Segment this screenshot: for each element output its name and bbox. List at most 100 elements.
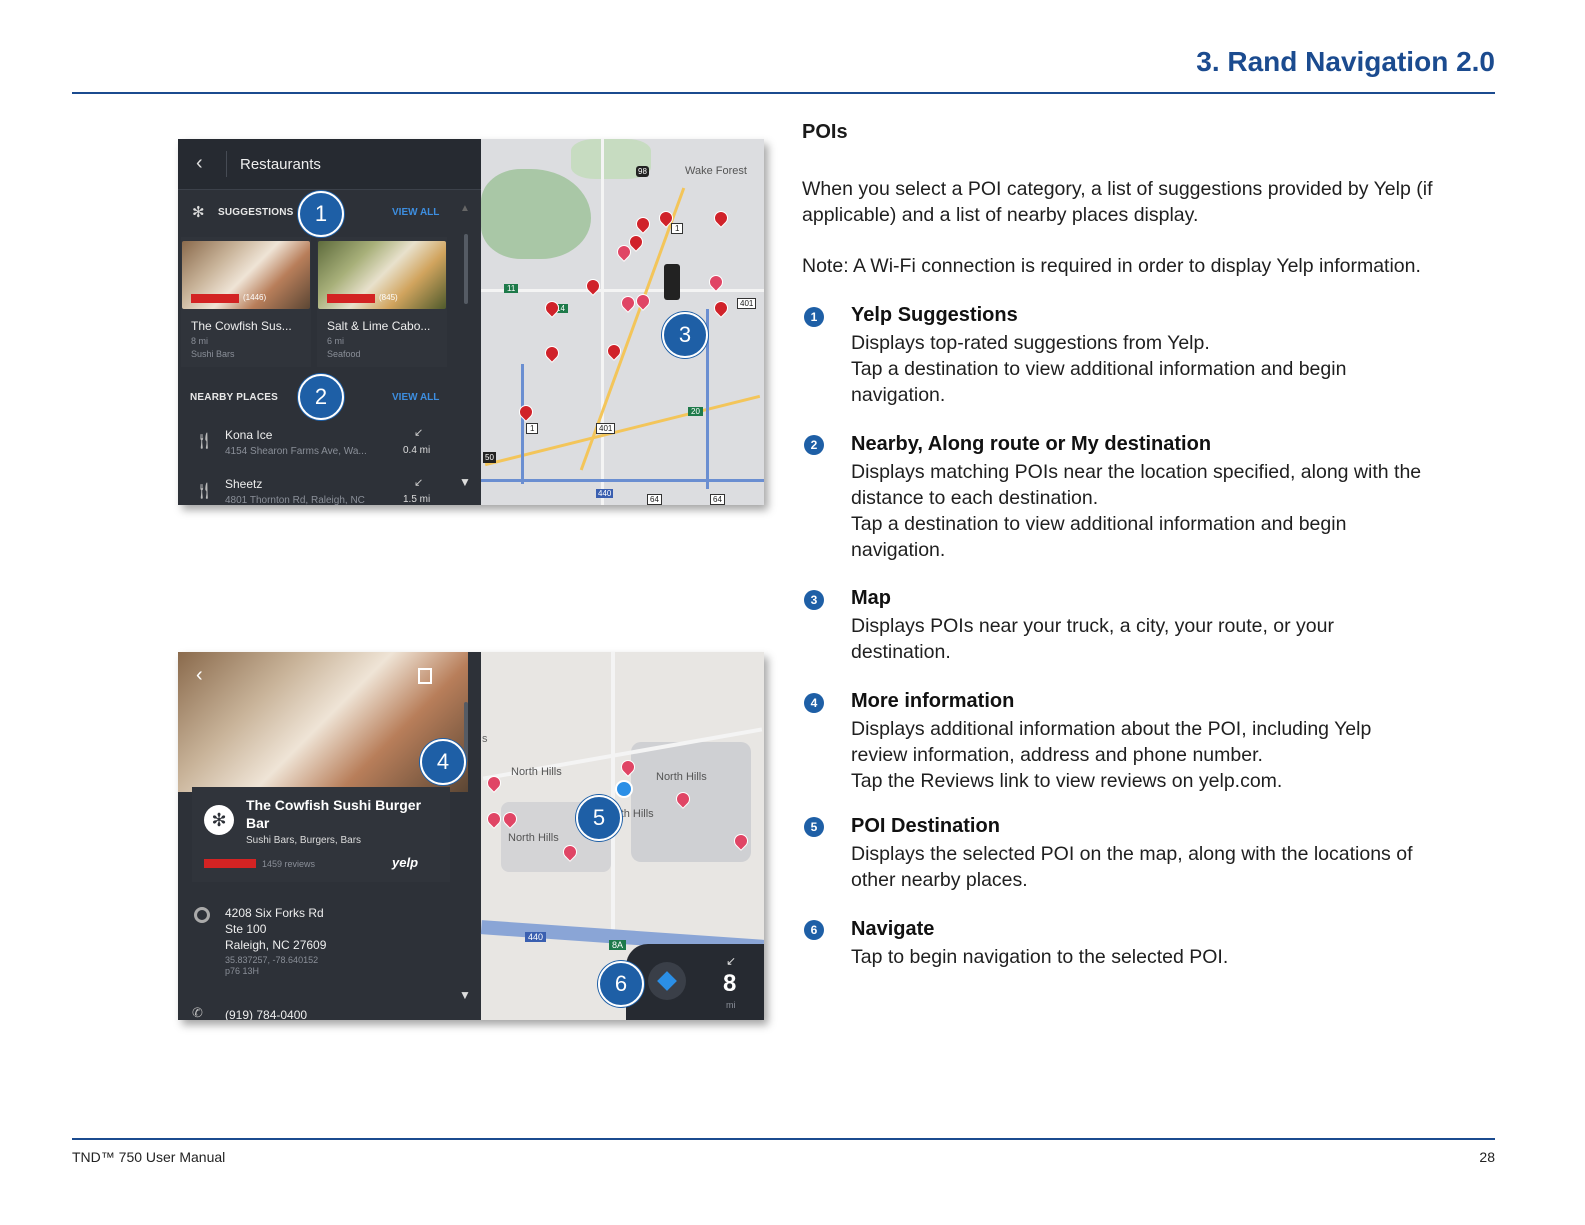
route-shield: 98 (636, 166, 649, 177)
callout-4: 4 (420, 739, 466, 785)
body-line: Tap the Reviews link to view reviews on … (851, 770, 1283, 792)
reviews-link[interactable]: 1459 reviews (262, 859, 315, 869)
card-category: Seafood (327, 349, 361, 359)
building-area (631, 742, 751, 862)
route-shield: 64 (647, 494, 662, 505)
rating-stars (204, 859, 256, 868)
scroll-down-icon[interactable]: ▼ (459, 988, 471, 1002)
place-distance: 1.5 mi (403, 494, 431, 505)
item-body-yelp-suggestions: Displays top-rated suggestions from Yelp… (851, 330, 1491, 408)
fork-knife-icon: 🍴︎ (194, 483, 215, 500)
lake (481, 169, 591, 259)
footer-page-number: 28 (1479, 1149, 1495, 1165)
body-line: other nearby places. (851, 869, 1028, 891)
bookmark-icon[interactable] (418, 668, 432, 684)
suggestion-card[interactable]: (1446) The Cowfish Sus... 8 mi Sushi Bar… (181, 237, 311, 367)
card-category: Sushi Bars (191, 349, 235, 359)
back-chevron-icon[interactable]: ‹ (196, 664, 203, 687)
item-number-1: 1 (804, 307, 824, 327)
view-all-suggestions-link[interactable]: VIEW ALL (392, 207, 439, 218)
route-shield: 401 (737, 298, 757, 309)
poi-map[interactable]: Wake Forest 98 1 11 14 401 1 401 20 50 4… (481, 139, 764, 505)
heading-pois: POIs (802, 121, 848, 143)
body-line: destination. (851, 641, 951, 663)
place-name: Kona Ice (225, 428, 273, 442)
nav-unit: mi (726, 1000, 736, 1010)
poi-name-line1: The Cowfish Sushi Burger (246, 797, 422, 813)
review-count: (1446) (243, 293, 267, 302)
poi-pin[interactable] (583, 276, 603, 296)
scrollbar[interactable] (464, 234, 468, 304)
item-title-poi-destination: POI Destination (851, 815, 1000, 837)
card-name: The Cowfish Sus... (191, 319, 292, 333)
list-item[interactable]: 🍴︎ Kona Ice 4154 Shearon Farms Ave, Wa..… (178, 422, 458, 466)
header-rule (72, 92, 1495, 94)
town-label: Wake Forest (685, 165, 747, 177)
interstate (521, 364, 524, 484)
poi-pin[interactable] (711, 298, 731, 318)
phone-number[interactable]: (919) 784-0400 (225, 1008, 307, 1020)
scrollbar[interactable] (464, 702, 468, 762)
item-number-3: 3 (804, 590, 824, 610)
list-item[interactable]: 🍴︎ Sheetz 4801 Thornton Rd, Raleigh, NC … (178, 472, 458, 505)
poi-name-line2: Bar (246, 815, 270, 831)
suggestion-card[interactable]: (845) Salt & Lime Cabo... 6 mi Seafood (317, 237, 447, 367)
poi-pin[interactable] (542, 343, 562, 363)
route-shield: 401 (596, 423, 616, 434)
direction-arrow-icon: ↙ (726, 954, 737, 968)
item-title-nearby: Nearby, Along route or My destination (851, 433, 1212, 455)
body-line: review information, address and phone nu… (851, 744, 1263, 766)
nearby-places-label: NEARBY PLACES (190, 392, 278, 403)
body-line: distance to each destination. (851, 487, 1099, 509)
item-body-navigate: Tap to begin navigation to the selected … (851, 944, 1491, 970)
item-title-navigate: Navigate (851, 918, 935, 940)
poi-pin[interactable] (516, 402, 536, 422)
view-all-nearby-link[interactable]: VIEW ALL (392, 392, 439, 403)
scroll-up-icon[interactable]: ▲ (460, 203, 470, 214)
section-title: 3. Rand Navigation 2.0 (1196, 46, 1495, 77)
footer-manual-title: TND™ 750 User Manual (72, 1149, 226, 1165)
area-label: North Hills (656, 771, 707, 783)
item-title-yelp-suggestions: Yelp Suggestions (851, 304, 1018, 326)
address-line-1: 4208 Six Forks Rd (225, 906, 324, 920)
scroll-down-icon[interactable]: ▼ (459, 475, 471, 489)
poi-pin[interactable] (633, 214, 653, 234)
poi-pin[interactable] (633, 291, 653, 311)
poi-pin[interactable] (711, 208, 731, 228)
body-line: Displays POIs near your truck, a city, y… (851, 615, 1334, 637)
plus-code: p76 13H (225, 966, 260, 976)
note-text: Note: A Wi-Fi connection is required in … (802, 255, 1421, 277)
poi-info-card: ✻ The Cowfish Sushi Burger Bar Sushi Bar… (192, 787, 450, 882)
card-name: Salt & Lime Cabo... (327, 319, 431, 333)
card-distance: 8 mi (191, 336, 209, 346)
body-line: Tap a destination to view additional inf… (851, 513, 1347, 535)
card-distance: 6 mi (327, 336, 345, 346)
place-name: Sheetz (225, 477, 263, 491)
truck-icon (664, 264, 680, 300)
callout-2: 2 (298, 374, 344, 420)
address-line-2: Ste 100 (225, 922, 267, 936)
yelp-icon: ✻ (204, 805, 234, 835)
place-distance: 0.4 mi (403, 445, 431, 456)
route-shield: 1 (671, 223, 684, 234)
poi-pin[interactable] (618, 293, 638, 313)
body-line: navigation. (851, 384, 946, 406)
route-shield: 1 (526, 423, 539, 434)
suggestions-label: SUGGESTIONS (218, 207, 294, 218)
navigate-button[interactable] (648, 962, 686, 1000)
selected-poi-marker[interactable] (615, 780, 633, 798)
navigate-panel: ↙ 8 mi (626, 944, 764, 1020)
item-body-map: Displays POIs near your truck, a city, y… (851, 613, 1491, 665)
list-title: Restaurants (240, 156, 321, 173)
body-line: Displays matching POIs near the location… (851, 461, 1422, 483)
footer-rule (72, 1138, 1495, 1140)
body-line: navigation. (851, 539, 946, 561)
back-chevron-icon[interactable]: ‹ (196, 152, 203, 175)
poi-pin[interactable] (542, 298, 562, 318)
callout-5: 5 (576, 795, 622, 841)
area-label: s (482, 733, 488, 745)
route-shield: 64 (710, 494, 725, 505)
direction-arrow-icon: ↙ (414, 427, 424, 439)
place-address: 4801 Thornton Rd, Raleigh, NC (225, 495, 365, 505)
body-line: Displays the selected POI on the map, al… (851, 843, 1413, 865)
